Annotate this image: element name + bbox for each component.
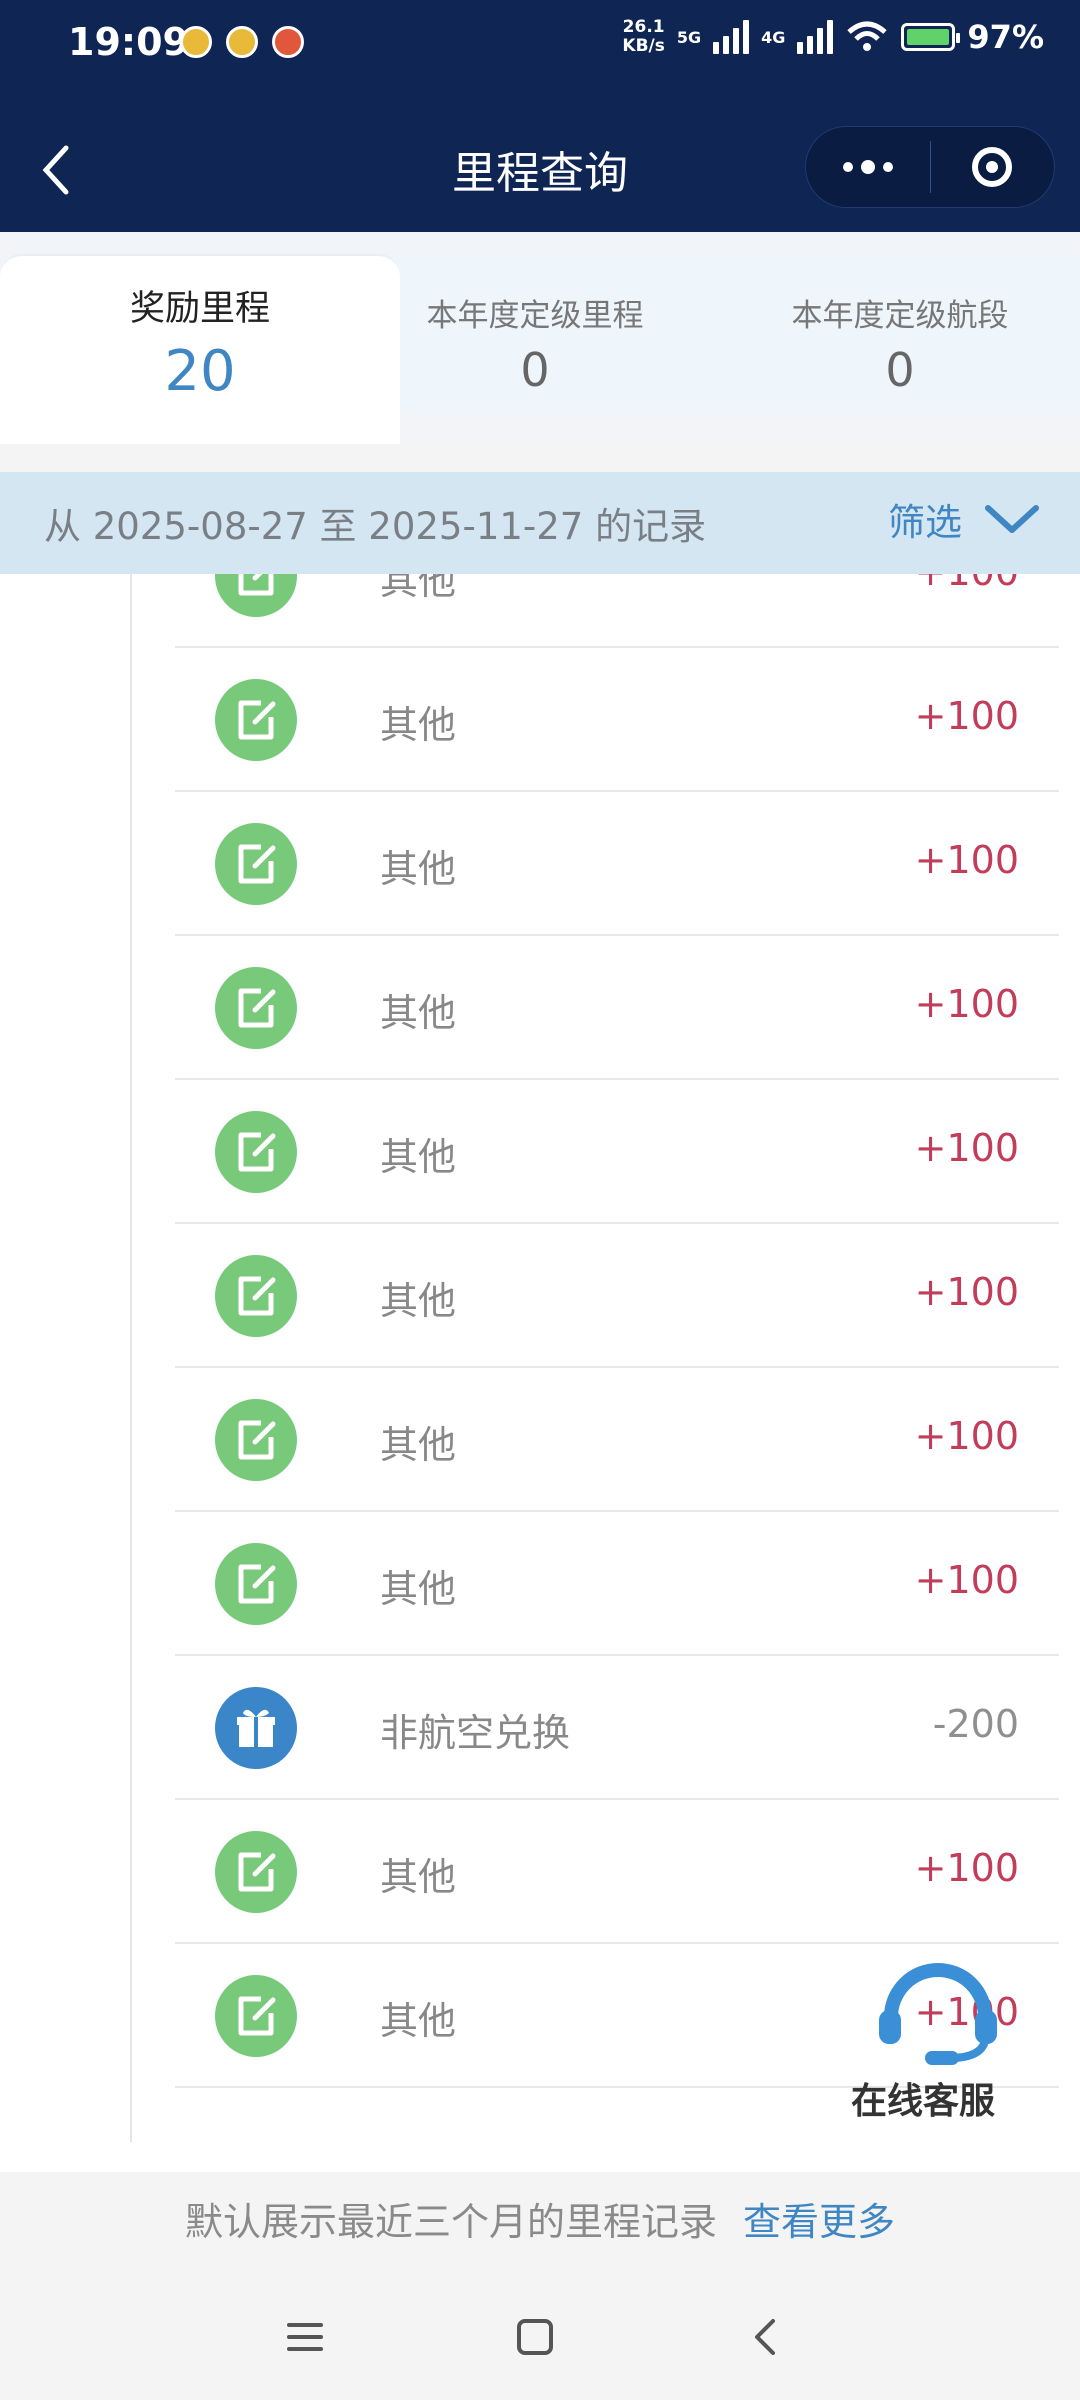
edit-icon xyxy=(215,679,297,761)
customer-service-label: 在线客服 xyxy=(851,2081,996,2122)
chevron-down-icon xyxy=(985,505,1039,533)
record-type: 其他 xyxy=(380,991,457,1035)
edit-icon xyxy=(215,574,297,617)
tab-value: 0 xyxy=(520,343,550,397)
app-header: 19:09 26.1 KB/s 5G 4G 97% 里程查询 xyxy=(0,0,1080,232)
record-miles: +100 xyxy=(914,1270,1019,1314)
tab-label: 本年度定级航段 xyxy=(791,298,1009,334)
record-type: 其他 xyxy=(380,1567,457,1611)
date-range-text: 从 2025-08-27 至 2025-11-27 的记录 xyxy=(44,505,707,548)
record-row[interactable]: 其他 +100 xyxy=(175,574,1059,648)
home-button[interactable] xyxy=(500,2302,570,2372)
speed-value: 26.1 xyxy=(622,17,665,37)
status-indicators: 26.1 KB/s 5G 4G 97% xyxy=(622,18,1044,57)
mini-program-capsule xyxy=(805,126,1055,208)
notification-icon xyxy=(226,26,258,58)
battery-icon xyxy=(901,23,961,51)
record-miles: +100 xyxy=(915,574,1019,594)
record-type: 其他 xyxy=(380,847,457,891)
square-icon xyxy=(517,2319,553,2355)
wifi-icon xyxy=(847,21,888,51)
timeline-line xyxy=(130,574,132,2142)
footer-text: 默认展示最近三个月的里程记录 xyxy=(184,2200,717,2244)
notification-icon xyxy=(272,26,304,58)
customer-service-button[interactable]: 在线客服 xyxy=(845,1955,1025,2125)
system-navigation-bar xyxy=(0,2272,1080,2400)
filter-bar: 从 2025-08-27 至 2025-11-27 的记录 筛选 xyxy=(0,472,1080,574)
record-miles: +100 xyxy=(914,1414,1019,1458)
network-type-2: 4G xyxy=(761,27,786,47)
edit-icon xyxy=(215,1255,297,1337)
gift-icon xyxy=(215,1687,297,1769)
record-row[interactable]: 其他 +100 xyxy=(175,1224,1059,1368)
recent-apps-button[interactable] xyxy=(270,2302,340,2372)
edit-icon xyxy=(215,1831,297,1913)
tab-award-miles[interactable]: 奖励里程 20 xyxy=(0,254,400,444)
edit-icon xyxy=(215,1399,297,1481)
record-miles: +100 xyxy=(914,982,1019,1026)
chevron-left-icon xyxy=(755,2319,775,2355)
record-type: 非航空兑换 xyxy=(380,1711,571,1755)
record-row[interactable]: 其他 +100 xyxy=(175,1368,1059,1512)
record-miles: +100 xyxy=(914,1558,1019,1602)
record-type: 其他 xyxy=(380,1999,457,2043)
record-miles: +100 xyxy=(914,1126,1019,1170)
view-more-link[interactable]: 查看更多 xyxy=(743,2200,895,2244)
edit-icon xyxy=(215,1975,297,2057)
status-time: 19:09 xyxy=(68,20,189,64)
record-row[interactable]: 其他 +100 xyxy=(175,936,1059,1080)
record-row[interactable]: 其他 +100 xyxy=(175,1512,1059,1656)
mileage-tabs: 奖励里程 20 本年度定级里程 0 本年度定级航段 0 xyxy=(0,232,1080,444)
record-row[interactable]: 非航空兑换 -200 xyxy=(175,1656,1059,1800)
record-miles: -200 xyxy=(932,1702,1019,1746)
footer-note: 默认展示最近三个月的里程记录 查看更多 xyxy=(0,2172,1080,2272)
record-miles: +100 xyxy=(914,838,1019,882)
edit-icon xyxy=(215,823,297,905)
more-button[interactable] xyxy=(806,127,930,207)
tab-annual-tier-miles[interactable]: 本年度定级里程 0 xyxy=(395,254,675,454)
filter-button[interactable]: 筛选 xyxy=(888,492,1040,546)
record-type: 其他 xyxy=(380,1135,457,1179)
edit-icon xyxy=(215,967,297,1049)
signal-icon xyxy=(797,20,834,54)
close-program-button[interactable] xyxy=(931,127,1055,207)
headset-icon xyxy=(879,1963,997,2065)
menu-icon xyxy=(287,2323,323,2351)
record-row[interactable]: 其他 +100 xyxy=(175,1800,1059,1944)
tab-value: 0 xyxy=(885,343,915,397)
record-type: 其他 xyxy=(380,1855,457,1899)
more-dots-icon xyxy=(842,160,893,174)
record-type: 其他 xyxy=(380,1423,457,1467)
signal-icon xyxy=(713,20,750,54)
tab-label: 奖励里程 xyxy=(129,289,270,329)
battery-level: 97% xyxy=(967,18,1044,56)
record-row[interactable]: 其他 +100 xyxy=(175,1080,1059,1224)
record-type: 其他 xyxy=(380,574,457,603)
network-speed: 26.1 KB/s xyxy=(622,18,664,56)
record-row[interactable]: 其他 +100 xyxy=(175,648,1059,792)
edit-icon xyxy=(215,1543,297,1625)
network-type-1: 5G xyxy=(676,27,702,47)
tab-value: 20 xyxy=(164,339,236,404)
edit-icon xyxy=(215,1111,297,1193)
target-icon xyxy=(972,147,1013,187)
system-back-button[interactable] xyxy=(730,2302,800,2372)
record-list: 其他 +100 其他 +100 其他 +100 其他 +100 其他 +100 其他 +100 其他 +1… xyxy=(0,574,1080,2172)
record-row[interactable]: 其他 +100 xyxy=(175,792,1059,936)
speed-unit: KB/s xyxy=(622,36,665,56)
record-miles: +100 xyxy=(914,1846,1019,1890)
record-type: 其他 xyxy=(380,1279,457,1323)
notification-icons xyxy=(180,26,304,58)
tab-label: 本年度定级里程 xyxy=(426,298,644,334)
record-type: 其他 xyxy=(380,703,457,747)
tab-annual-tier-segments[interactable]: 本年度定级航段 0 xyxy=(745,254,1055,454)
notification-icon xyxy=(180,26,212,58)
filter-label: 筛选 xyxy=(888,501,962,544)
record-miles: +100 xyxy=(914,694,1019,738)
